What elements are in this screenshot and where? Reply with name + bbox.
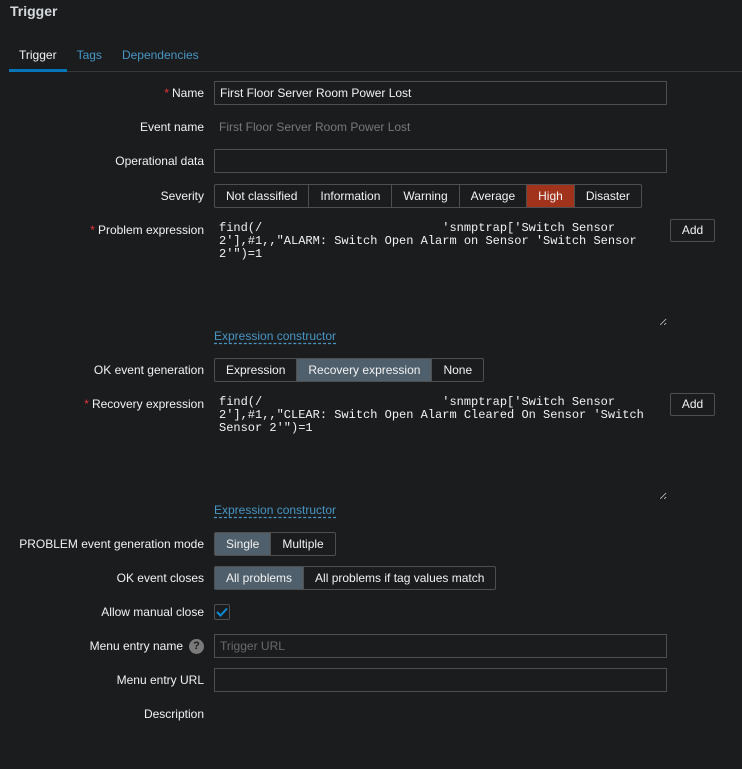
checkmark-icon bbox=[216, 607, 228, 617]
recovery-expression-label: * Recovery expression bbox=[84, 392, 204, 416]
severity-information[interactable]: Information bbox=[309, 185, 393, 207]
severity-disaster[interactable]: Disaster bbox=[575, 185, 641, 207]
ok-closes-all-problems[interactable]: All problems bbox=[215, 567, 305, 589]
page-title: Trigger bbox=[10, 3, 58, 19]
description-label: Description bbox=[143, 707, 204, 721]
problem-mode-selector: Single Multiple bbox=[214, 532, 336, 556]
problem-expression-label: * Problem expression bbox=[90, 218, 204, 242]
severity-selector: Not classified Information Warning Avera… bbox=[214, 184, 642, 208]
allow-manual-close-label: Allow manual close bbox=[101, 605, 204, 619]
ok-gen-none[interactable]: None bbox=[432, 359, 483, 381]
help-icon[interactable]: ? bbox=[189, 639, 204, 655]
allow-manual-close-checkbox[interactable] bbox=[214, 604, 230, 620]
ok-gen-recovery-expression[interactable]: Recovery expression bbox=[297, 359, 433, 381]
problem-expression-constructor-link[interactable]: Expression constructor bbox=[214, 329, 336, 343]
problem-mode-label: PROBLEM event generation mode bbox=[19, 537, 204, 551]
severity-high[interactable]: High bbox=[527, 185, 575, 207]
severity-label: Severity bbox=[160, 189, 204, 203]
tab-dependencies[interactable]: Dependencies bbox=[112, 40, 209, 72]
name-label: * Name bbox=[164, 81, 204, 105]
event-name-value: First Floor Server Room Power Lost bbox=[219, 120, 411, 134]
severity-average[interactable]: Average bbox=[460, 185, 528, 207]
ok-event-closes-label: OK event closes bbox=[116, 571, 204, 585]
menu-entry-url-label: Menu entry URL bbox=[116, 673, 204, 687]
menu-entry-name-input[interactable] bbox=[214, 634, 667, 658]
recovery-expression-constructor-link[interactable]: Expression constructor bbox=[214, 503, 336, 517]
required-marker: * bbox=[84, 397, 89, 411]
tab-tags[interactable]: Tags bbox=[67, 40, 112, 72]
severity-warning[interactable]: Warning bbox=[392, 185, 460, 207]
problem-expression-label-text: Problem expression bbox=[97, 223, 204, 237]
ok-gen-expression[interactable]: Expression bbox=[215, 359, 298, 381]
required-marker: * bbox=[90, 223, 95, 237]
add-recovery-expression-button[interactable]: Add bbox=[670, 393, 715, 416]
tab-bar: Trigger Tags Dependencies bbox=[9, 40, 742, 72]
menu-entry-name-label: Menu entry name? bbox=[90, 634, 204, 658]
problem-mode-multiple[interactable]: Multiple bbox=[271, 533, 334, 555]
menu-entry-name-label-text: Menu entry name bbox=[89, 639, 183, 653]
add-problem-expression-button[interactable]: Add bbox=[670, 219, 715, 242]
required-marker: * bbox=[164, 86, 169, 100]
recovery-expression-label-text: Recovery expression bbox=[91, 397, 204, 411]
event-name-label: Event name bbox=[139, 120, 204, 134]
recovery-expression-input[interactable]: find(/ 'snmptrap['Switch Sensor 2'],#1,,… bbox=[214, 392, 667, 500]
problem-expression-input[interactable]: find(/ 'snmptrap['Switch Sensor 2'],#1,,… bbox=[214, 218, 667, 326]
ok-event-generation-label: OK event generation bbox=[93, 363, 204, 377]
name-input[interactable] bbox=[214, 81, 667, 105]
name-label-text: Name bbox=[171, 86, 204, 100]
problem-mode-single[interactable]: Single bbox=[215, 533, 272, 555]
ok-event-closes-selector: All problems All problems if tag values … bbox=[214, 566, 497, 590]
menu-entry-url-input[interactable] bbox=[214, 668, 667, 692]
ok-closes-tag-match[interactable]: All problems if tag values match bbox=[304, 567, 495, 589]
operational-data-label: Operational data bbox=[115, 154, 204, 168]
ok-event-generation-selector: Expression Recovery expression None bbox=[214, 358, 485, 382]
tab-trigger[interactable]: Trigger bbox=[9, 40, 67, 72]
operational-data-input[interactable] bbox=[214, 149, 667, 173]
severity-not-classified[interactable]: Not classified bbox=[215, 185, 310, 207]
